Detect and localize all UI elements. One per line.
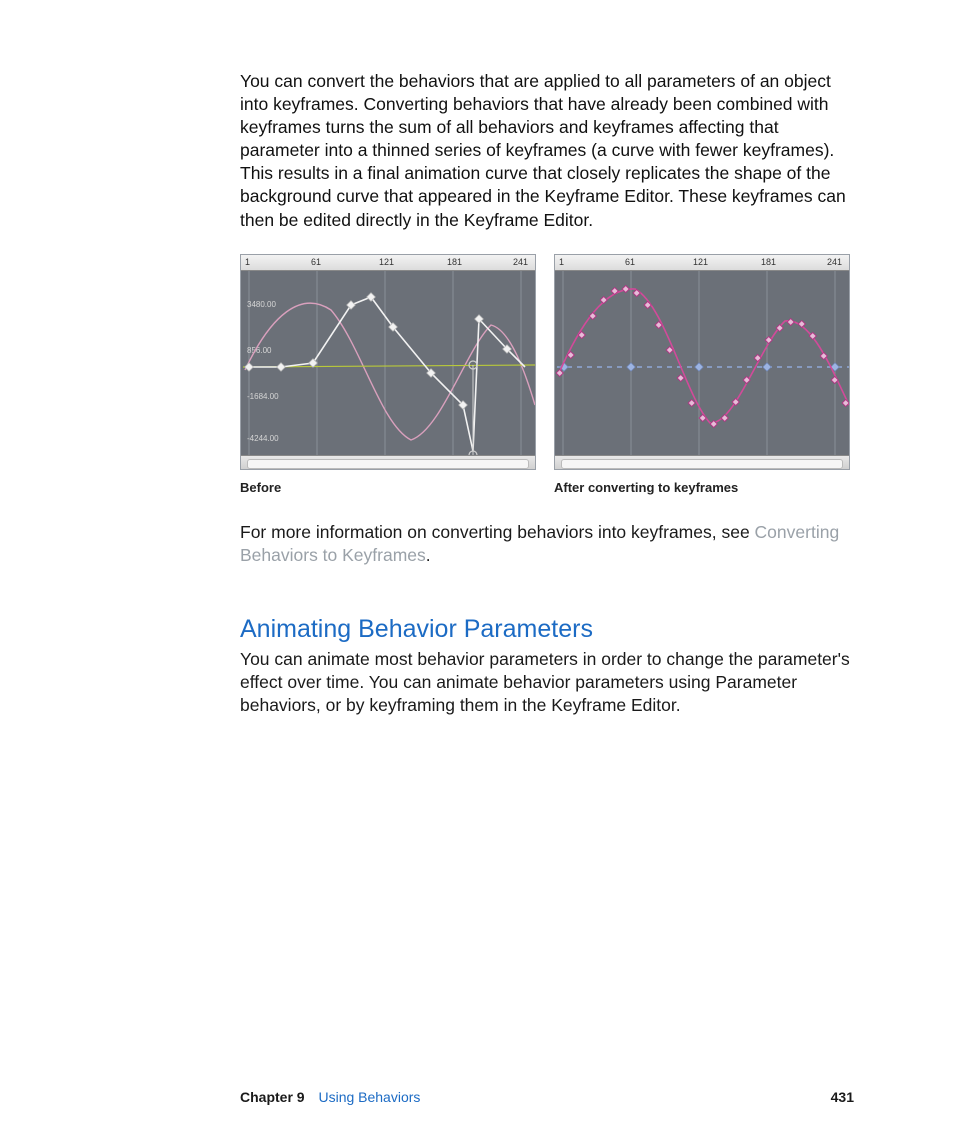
figure-before: 1 61 121 181 241 3480.00 856.00 <box>240 254 536 495</box>
ruler-tick: 121 <box>693 257 708 267</box>
figure-row: 1 61 121 181 241 3480.00 856.00 <box>240 254 854 495</box>
ruler-tick: 61 <box>311 257 321 267</box>
timeline-ruler: 1 61 121 181 241 <box>241 255 535 271</box>
ruler-tick: 61 <box>625 257 635 267</box>
y-axis-label: 3480.00 <box>247 300 276 309</box>
ruler-tick: 1 <box>245 257 250 267</box>
curve-canvas <box>555 255 850 470</box>
y-axis-label: -1684.00 <box>247 392 279 401</box>
ruler-tick: 241 <box>827 257 842 267</box>
section-heading: Animating Behavior Parameters <box>240 615 854 644</box>
timeline-ruler: 1 61 121 181 241 <box>555 255 849 271</box>
converted-keyframes <box>556 285 849 427</box>
ruler-tick: 241 <box>513 257 528 267</box>
page: You can convert the behaviors that are a… <box>0 0 954 1145</box>
timeline-scrollbar <box>555 455 849 469</box>
footer-left: Chapter 9 Using Behaviors <box>240 1089 420 1105</box>
footer-chapter-title: Using Behaviors <box>318 1089 420 1105</box>
keyframe-curve <box>249 297 525 451</box>
figure-after: 1 61 121 181 241 <box>554 254 850 495</box>
ref-text-post: . <box>426 545 431 565</box>
reference-paragraph: For more information on converting behav… <box>240 521 854 567</box>
keyframe-markers <box>245 292 511 408</box>
ruler-tick: 181 <box>761 257 776 267</box>
keyframe-editor-after: 1 61 121 181 241 <box>554 254 850 470</box>
ruler-tick: 181 <box>447 257 462 267</box>
figure-caption: After converting to keyframes <box>554 480 850 495</box>
ruler-tick: 121 <box>379 257 394 267</box>
section-body: You can animate most behavior parameters… <box>240 648 854 717</box>
footer-page-number: 431 <box>831 1089 854 1105</box>
curve-canvas: 3480.00 856.00 -1684.00 -4244.00 <box>241 255 536 470</box>
ref-text-pre: For more information on converting behav… <box>240 522 755 542</box>
footer-chapter: Chapter 9 <box>240 1089 305 1105</box>
page-footer: Chapter 9 Using Behaviors 431 <box>240 1089 854 1105</box>
keyframe-editor-before: 1 61 121 181 241 3480.00 856.00 <box>240 254 536 470</box>
figure-caption: Before <box>240 480 536 495</box>
timeline-scrollbar <box>241 455 535 469</box>
y-axis-label: 856.00 <box>247 346 272 355</box>
intro-paragraph: You can convert the behaviors that are a… <box>240 70 854 232</box>
converted-curve <box>559 289 849 423</box>
y-axis-label: -4244.00 <box>247 434 279 443</box>
ruler-tick: 1 <box>559 257 564 267</box>
